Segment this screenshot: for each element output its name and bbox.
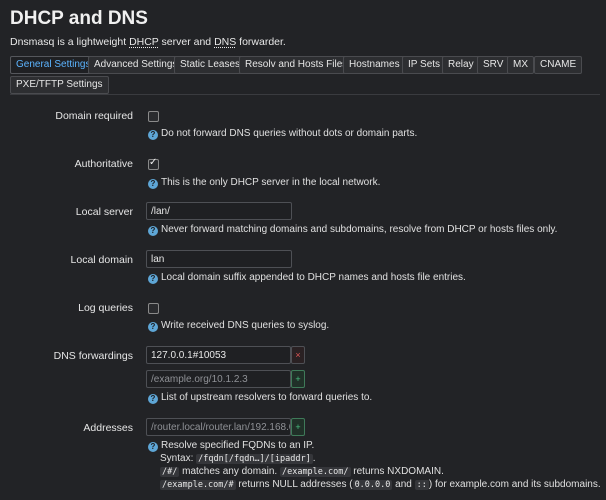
local-server-help: ? Never forward matching domains and subd… — [148, 224, 557, 236]
wildcard-text: matches any domain. — [179, 466, 280, 477]
local-domain-input[interactable]: lan — [146, 250, 292, 268]
log-queries-help: ? Write received DNS queries to syslog. — [148, 320, 329, 332]
add-forwarding-button[interactable]: + — [291, 370, 305, 388]
checkmark-icon: ✓ — [149, 157, 158, 168]
help-circle-icon: ? — [148, 442, 158, 452]
help-circle-icon: ? — [148, 226, 158, 236]
local-server-label: Local server — [75, 206, 133, 218]
dns-forwardings-label: DNS forwardings — [53, 350, 133, 362]
nxdomain-code: /example.com/ — [279, 467, 351, 477]
tab-hostnames[interactable]: Hostnames — [343, 56, 406, 74]
syntax-label: Syntax: — [160, 453, 197, 464]
tab-relay[interactable]: Relay — [442, 56, 480, 74]
null-text: returns NULL addresses ( — [235, 479, 353, 490]
help-text: Local domain suffix appended to DHCP nam… — [161, 272, 466, 283]
help-circle-icon: ? — [148, 394, 158, 404]
dns-forwarding-entry-input[interactable]: 127.0.0.1#10053 — [146, 346, 291, 364]
tab-static-leases[interactable]: Static Leases — [174, 56, 247, 74]
tab-ip-sets[interactable]: IP Sets — [402, 56, 447, 74]
help-circle-icon: ? — [148, 322, 158, 332]
help-circle-icon: ? — [148, 130, 158, 140]
tab-resolv-hosts-files[interactable]: Resolv and Hosts Files — [239, 56, 354, 74]
ipv6-null-code: :: — [414, 480, 429, 490]
subtitle-text-2: server and — [158, 36, 215, 48]
null-code: /example.com/# — [160, 480, 236, 490]
subtitle-text-1: Dnsmasq is a lightweight — [10, 36, 130, 48]
plus-icon: + — [295, 422, 301, 432]
abbr-dhcp: DHCP — [129, 36, 159, 48]
wildcard-code: /#/ — [160, 467, 180, 477]
and-text: and — [392, 479, 415, 490]
syntax-code: /fqdn[/fqdn…]/[ipaddr] — [196, 454, 313, 464]
tab-advanced-settings[interactable]: Advanced Settings — [88, 56, 184, 74]
tab-srv[interactable]: SRV — [477, 56, 510, 74]
abbr-dns: DNS — [214, 36, 237, 48]
authoritative-label: Authoritative — [74, 158, 133, 170]
remove-forwarding-button[interactable]: × — [291, 346, 305, 364]
addresses-syntax-line: Syntax: /fqdn[/fqdn…]/[ipaddr]. — [160, 453, 316, 464]
page-title: DHCP and DNS — [10, 8, 148, 29]
addresses-label: Addresses — [83, 422, 133, 434]
local-domain-label: Local domain — [70, 254, 133, 266]
tab-mx[interactable]: MX — [507, 56, 534, 74]
help-text: List of upstream resolvers to forward qu… — [161, 392, 373, 403]
help-text: Write received DNS queries to syslog. — [161, 320, 330, 331]
help-text: Resolve specified FQDNs to an IP. — [161, 440, 315, 451]
local-domain-help: ? Local domain suffix appended to DHCP na… — [148, 272, 466, 284]
subtitle-text-3: forwarder. — [236, 36, 286, 48]
help-circle-icon: ? — [148, 274, 158, 284]
tab-cname[interactable]: CNAME — [534, 56, 583, 74]
domain-required-checkbox[interactable] — [148, 111, 159, 122]
dns-forwarding-new-input[interactable]: /example.org/10.1.2.3 — [146, 370, 291, 388]
addresses-help: ? Resolve specified FQDNs to an IP. — [148, 440, 314, 452]
add-address-button[interactable]: + — [291, 418, 305, 436]
null-end-text: ) for example.com and its subdomains. — [428, 479, 601, 490]
nxdomain-text: returns NXDOMAIN. — [350, 466, 444, 477]
help-text: This is the only DHCP server in the loca… — [161, 177, 381, 188]
authoritative-checkbox[interactable]: ✓ — [148, 157, 159, 170]
tab-pxe-tftp-settings[interactable]: PXE/TFTP Settings — [10, 76, 109, 94]
addresses-wildcard-line: /#/ matches any domain. /example.com/ re… — [160, 466, 444, 477]
help-text: Never forward matching domains and subdo… — [161, 224, 558, 235]
tab-general-settings[interactable]: General Settings — [10, 56, 97, 74]
x-icon: × — [295, 350, 301, 360]
plus-icon: + — [295, 374, 301, 384]
dns-forwardings-help: ? List of upstream resolvers to forward q… — [148, 392, 372, 404]
local-server-input[interactable]: /lan/ — [146, 202, 292, 220]
ipv4-null-code: 0.0.0.0 — [352, 480, 393, 490]
domain-required-help: ? Do not forward DNS queries without dots… — [148, 128, 417, 140]
help-text: Do not forward DNS queries without dots … — [161, 128, 418, 139]
log-queries-checkbox[interactable] — [148, 303, 159, 314]
addresses-new-input[interactable]: /router.local/router.lan/192.168.0.1 — [146, 418, 291, 436]
help-circle-icon: ? — [148, 179, 158, 189]
domain-required-label: Domain required — [55, 110, 133, 122]
addresses-null-line: /example.com/# returns NULL addresses (0… — [160, 479, 601, 490]
tab-divider — [10, 94, 600, 95]
authoritative-help: ? This is the only DHCP server in the loc… — [148, 177, 380, 189]
log-queries-label: Log queries — [78, 302, 133, 314]
page-subtitle: Dnsmasq is a lightweight DHCP server and… — [10, 36, 286, 48]
